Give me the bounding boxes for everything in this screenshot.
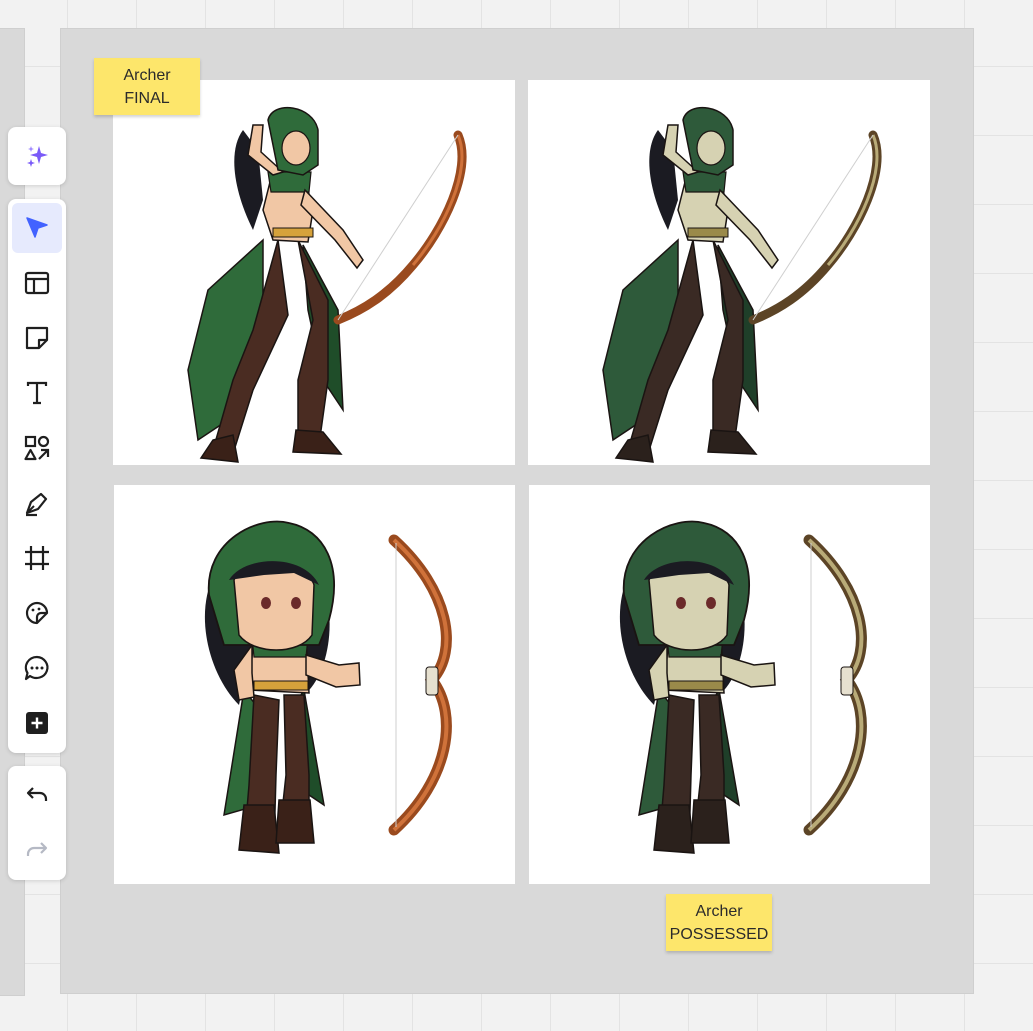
- left-eye: [261, 597, 271, 609]
- sticky-note-line: POSSESSED: [669, 925, 769, 943]
- frame-icon: [25, 546, 49, 570]
- bow-grip: [840, 666, 854, 696]
- bow-limb: [333, 130, 467, 325]
- belt: [253, 680, 309, 691]
- pen-icon: [25, 492, 48, 517]
- right-leg: [297, 239, 329, 454]
- belt: [687, 227, 729, 238]
- add-more-icon: [26, 712, 48, 734]
- shapes-tool-button[interactable]: [12, 423, 62, 473]
- left-boot: [653, 804, 695, 854]
- undo-icon: [26, 787, 48, 801]
- history-toolbar: [8, 766, 66, 880]
- belt: [272, 227, 314, 238]
- right-leg: [712, 239, 744, 454]
- sparkle-icon: [27, 146, 48, 167]
- right-eye: [291, 597, 301, 609]
- bow-limb: [748, 130, 882, 325]
- sticky-note-line: Archer: [123, 66, 171, 84]
- shapes-icon: [24, 435, 50, 461]
- sticky-note-tool-button[interactable]: [12, 313, 62, 363]
- select-tool-button[interactable]: [12, 203, 62, 253]
- frame-tool-button[interactable]: [12, 533, 62, 583]
- pen-tool-button[interactable]: [12, 478, 62, 528]
- face: [281, 130, 311, 166]
- right-boot: [275, 799, 315, 844]
- bow-limb: [803, 534, 867, 836]
- sticky-note-archer-final[interactable]: Archer FINAL: [94, 58, 200, 115]
- archer-final-full-art[interactable]: [113, 80, 515, 465]
- comment-tool-button[interactable]: [12, 643, 62, 693]
- left-eye: [676, 597, 686, 609]
- sticky-note-icon: [25, 326, 49, 350]
- left-boot: [238, 804, 280, 854]
- text-icon: [26, 381, 48, 405]
- archer-chibi-figure: [204, 520, 452, 854]
- face: [233, 567, 315, 651]
- redo-icon: [26, 842, 48, 856]
- layout-template-icon: [24, 271, 50, 295]
- more-apps-tool-button[interactable]: [12, 698, 62, 748]
- sticky-note-archer-possessed[interactable]: Archer POSSESSED: [666, 894, 772, 951]
- redo-button[interactable]: [12, 825, 62, 875]
- undo-button[interactable]: [12, 770, 62, 820]
- select-cursor-icon: [26, 217, 48, 238]
- archer-chibi-figure: [619, 520, 867, 854]
- archer-full-figure: [187, 106, 467, 463]
- archer-possessed-full-art[interactable]: [528, 80, 930, 465]
- face: [648, 567, 730, 651]
- comment-icon: [24, 655, 49, 681]
- text-tool-button[interactable]: [12, 368, 62, 418]
- main-toolbar: [8, 199, 66, 753]
- right-boot: [707, 429, 758, 455]
- bow-grip: [425, 666, 439, 696]
- left-boot: [199, 434, 239, 463]
- left-boot: [614, 434, 654, 463]
- face: [696, 130, 726, 166]
- archer-final-chibi-art[interactable]: [114, 485, 515, 884]
- right-boot: [292, 429, 343, 455]
- sticker-tool-button[interactable]: [12, 588, 62, 638]
- ai-assist-button[interactable]: [12, 131, 62, 181]
- archer-possessed-chibi-art[interactable]: [529, 485, 930, 884]
- right-eye: [706, 597, 716, 609]
- ai-toolbar: [8, 127, 66, 185]
- belt: [668, 680, 724, 691]
- templates-tool-button[interactable]: [12, 258, 62, 308]
- bow-limb: [388, 534, 452, 836]
- sticker-icon: [25, 601, 49, 625]
- right-boot: [690, 799, 730, 844]
- sticky-note-line: Archer: [695, 902, 743, 920]
- archer-full-figure: [602, 106, 882, 463]
- sticky-note-line: FINAL: [124, 89, 170, 107]
